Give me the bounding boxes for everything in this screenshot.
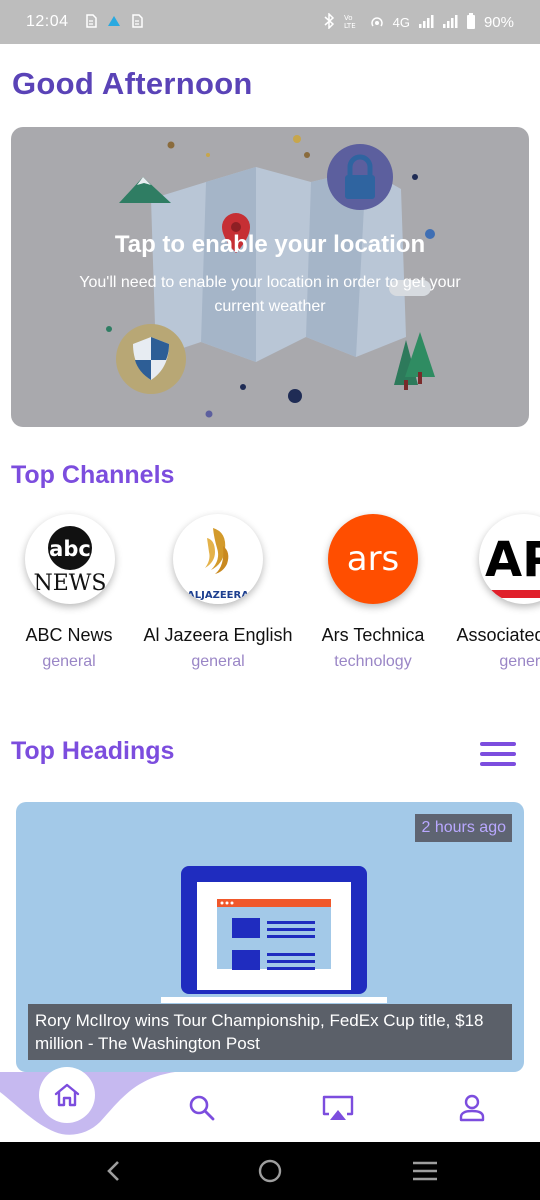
ap-logo-text: AP xyxy=(485,532,540,588)
system-navigation-bar xyxy=(0,1142,540,1200)
bottom-navigation xyxy=(0,1067,540,1142)
circle-home-icon xyxy=(258,1159,282,1183)
menu-icon[interactable] xyxy=(478,740,518,768)
sim-icon xyxy=(85,13,97,31)
article-title: Rory McIlroy wins Tour Championship, Fed… xyxy=(28,1004,512,1060)
channel-name: Al Jazeera English xyxy=(143,625,293,645)
nav-profile[interactable] xyxy=(444,1080,500,1136)
profile-icon xyxy=(459,1094,485,1122)
back-icon xyxy=(107,1161,119,1181)
recents-icon xyxy=(413,1161,437,1181)
ars-technica-logo: ars xyxy=(328,514,418,604)
back-button[interactable] xyxy=(94,1156,134,1186)
location-subtitle: You'll need to enable your location in o… xyxy=(79,274,461,315)
battery-level: 90% xyxy=(483,13,514,31)
network-type: 4G xyxy=(392,14,410,30)
battery-icon xyxy=(466,12,476,32)
headline-card[interactable]: 2 hours ago Rory McIlroy wins Tour Champ… xyxy=(16,802,524,1072)
channel-category: general xyxy=(191,653,245,670)
svg-text:Vo: Vo xyxy=(344,14,353,22)
signal-icon xyxy=(442,14,458,31)
svg-text:LTE: LTE xyxy=(344,22,356,29)
signal-icon xyxy=(418,14,434,31)
greeting-title: Good Afternoon xyxy=(12,66,253,101)
associated-press-logo: AP xyxy=(479,514,540,604)
hotspot-icon xyxy=(369,13,385,32)
al-jazeera-logo-text: ALJAZEERA xyxy=(187,590,249,601)
airplay-icon xyxy=(322,1095,354,1120)
channel-name: Associated Press xyxy=(456,625,540,645)
volte-icon: Vo LTE xyxy=(343,13,361,32)
news-logo-text: NEWS xyxy=(34,571,107,596)
article-time-badge: 2 hours ago xyxy=(415,814,512,842)
nav-airplay[interactable] xyxy=(310,1080,366,1136)
app-screen: 12:04 Vo LTE 4G 90% Good Afternoon Tap t… xyxy=(0,0,540,1200)
channels-list[interactable]: abc NEWS ABC News general ALJAZEERA Al J… xyxy=(0,510,540,685)
ars-logo-text: ars xyxy=(347,539,400,579)
bluetooth-icon xyxy=(323,11,335,32)
recents-button[interactable] xyxy=(405,1156,445,1186)
top-headings-title: Top Headings xyxy=(11,737,175,765)
top-channels-title: Top Channels xyxy=(11,461,175,489)
nav-home[interactable] xyxy=(39,1067,95,1123)
sim-icon xyxy=(131,13,143,31)
status-bar: 12:04 Vo LTE 4G 90% xyxy=(0,0,540,44)
enable-location-card[interactable]: Tap to enable your location You'll need … xyxy=(11,127,529,427)
nav-search[interactable] xyxy=(174,1080,230,1136)
warning-icon xyxy=(107,14,121,30)
channel-category: general xyxy=(499,653,540,670)
home-system-button[interactable] xyxy=(250,1156,290,1186)
search-icon xyxy=(189,1095,215,1121)
abc-news-logo: abc NEWS xyxy=(25,514,115,604)
home-icon xyxy=(54,1083,80,1107)
al-jazeera-logo: ALJAZEERA xyxy=(173,514,263,604)
location-title: Tap to enable your location xyxy=(114,231,426,258)
abc-logo-text: abc xyxy=(49,537,91,561)
status-time: 12:04 xyxy=(26,13,69,30)
